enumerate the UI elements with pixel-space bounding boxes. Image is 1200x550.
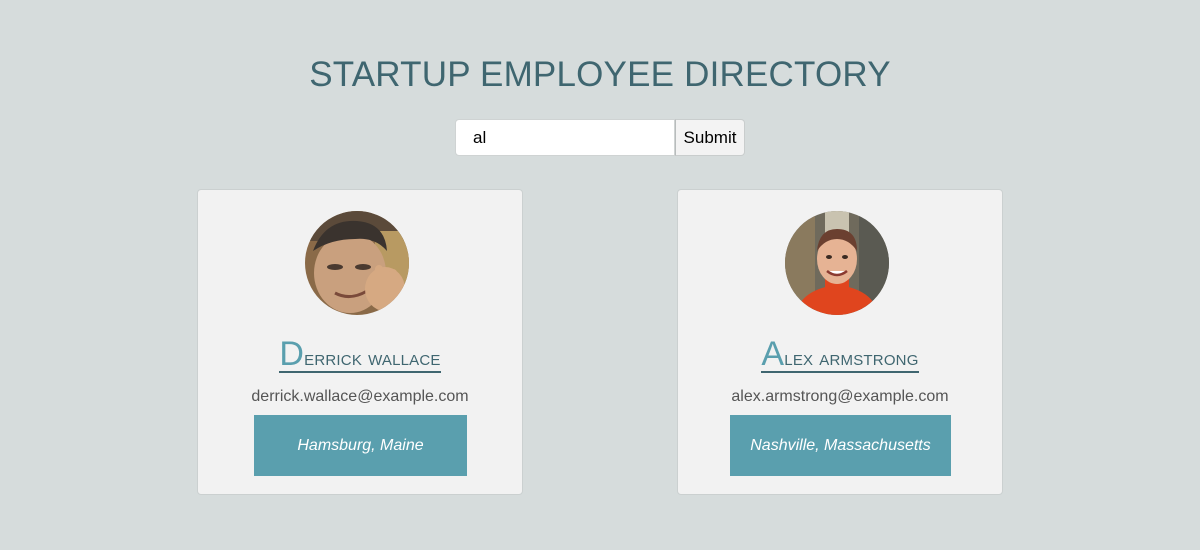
- avatar-photo-icon: [305, 211, 409, 315]
- avatar-photo-icon: [785, 211, 889, 315]
- search-input[interactable]: [455, 119, 675, 156]
- employee-card: Derrick wallace derrick.wallace@example.…: [197, 189, 523, 495]
- employee-name-label[interactable]: Alex armstrong: [761, 335, 919, 373]
- employee-name: Derrick wallace: [198, 335, 522, 373]
- search-form: Submit: [455, 119, 745, 156]
- submit-button[interactable]: Submit: [675, 119, 745, 156]
- page-title: STARTUP EMPLOYEE DIRECTORY: [309, 55, 891, 94]
- employee-location: Nashville, Massachusetts: [730, 415, 951, 476]
- employee-card: Alex armstrong alex.armstrong@example.co…: [677, 189, 1003, 495]
- employee-email: derrick.wallace@example.com: [251, 388, 469, 405]
- employee-avatar: [785, 211, 889, 315]
- employee-location: Hamsburg, Maine: [254, 415, 467, 476]
- employee-name-label[interactable]: Derrick wallace: [279, 335, 441, 373]
- employee-name: Alex armstrong: [678, 335, 1002, 373]
- directory-page: STARTUP EMPLOYEE DIRECTORY Submit Derric…: [0, 0, 1200, 550]
- employee-email: alex.armstrong@example.com: [731, 388, 949, 405]
- employee-avatar: [305, 211, 409, 315]
